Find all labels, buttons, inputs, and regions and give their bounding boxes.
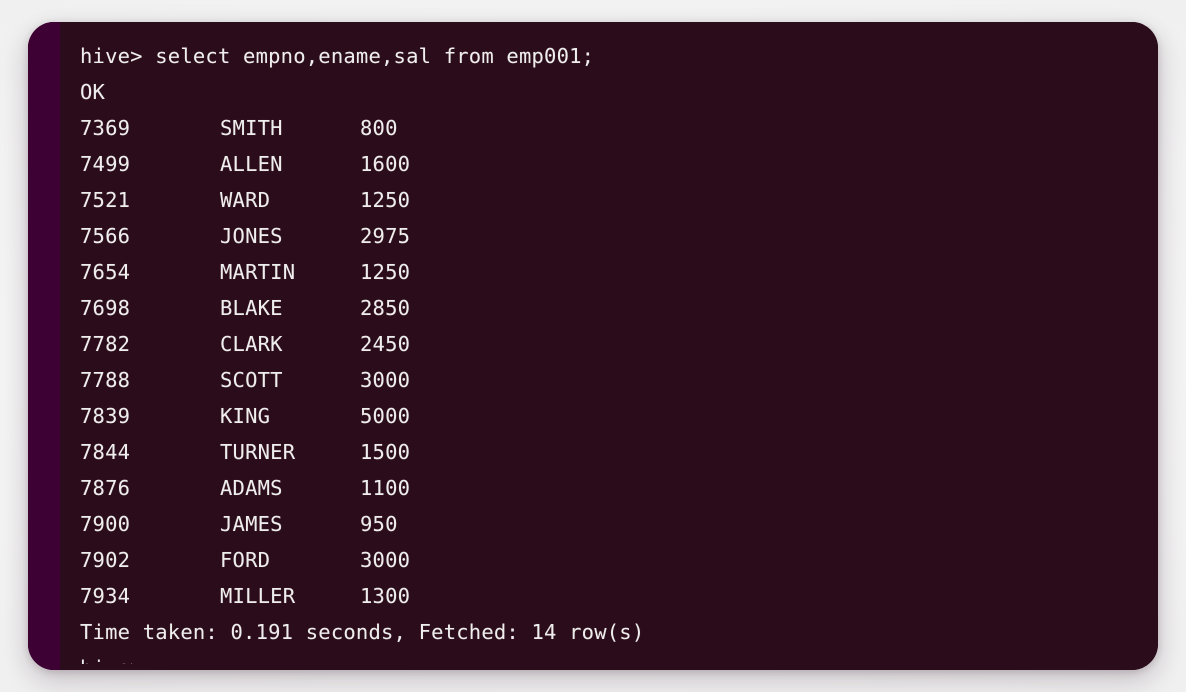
scrollbar-thumb[interactable] [28,22,60,670]
table-cell-empno: 7900 [80,512,131,536]
table-cell-ename: ALLEN [220,152,283,176]
table-cell-sal: 1300 [360,584,411,608]
table-cell-empno: 7788 [80,368,131,392]
terminal-output-area[interactable]: hive> select empno,ename,sal from emp001… [60,22,1158,670]
table-row: 7900 JAMES 950 [80,506,1158,542]
terminal-scrollbar[interactable] [28,22,60,670]
table-cell-sal: 1250 [360,188,411,212]
query-result-table: 7369 SMITH 800 7499 ALLEN 1600 7521 WARD 1250 756… [80,110,1158,614]
table-row: 7876 ADAMS 1100 [80,470,1158,506]
table-cell-sal: 1100 [360,476,411,500]
table-row: 7521 WARD 1250 [80,182,1158,218]
table-cell-ename: SCOTT [220,368,283,392]
table-cell-ename: BLAKE [220,296,283,320]
table-cell-sal: 2975 [360,224,411,248]
table-cell-ename: CLARK [220,332,283,356]
table-row: 7369 SMITH 800 [80,110,1158,146]
table-row: 7499 ALLEN 1600 [80,146,1158,182]
table-row: 7566 JONES 2975 [80,218,1158,254]
table-row: 7902 FORD 3000 [80,542,1158,578]
table-cell-ename: ADAMS [220,476,283,500]
table-cell-sal: 3000 [360,368,411,392]
table-cell-sal: 1250 [360,260,411,284]
table-cell-empno: 7521 [80,188,131,212]
table-cell-sal: 1600 [360,152,411,176]
table-row: 7782 CLARK 2450 [80,326,1158,362]
table-cell-ename: KING [220,404,271,428]
table-cell-empno: 7934 [80,584,131,608]
table-cell-ename: WARD [220,188,271,212]
table-cell-sal: 5000 [360,404,411,428]
table-cell-empno: 7782 [80,332,131,356]
table-cell-empno: 7566 [80,224,131,248]
table-cell-ename: JONES [220,224,283,248]
table-cell-sal: 1500 [360,440,411,464]
table-cell-ename: TURNER [220,440,296,464]
table-row: 7839 KING 5000 [80,398,1158,434]
table-cell-ename: FORD [220,548,271,572]
command-prompt-line: hive> select empno,ename,sal from emp001… [80,44,595,68]
table-cell-sal: 2450 [360,332,411,356]
table-cell-empno: 7369 [80,116,131,140]
terminal-window[interactable]: hive> select empno,ename,sal from emp001… [28,22,1158,670]
table-cell-ename: JAMES [220,512,283,536]
table-cell-empno: 7499 [80,152,131,176]
table-cell-sal: 2850 [360,296,411,320]
table-cell-empno: 7698 [80,296,131,320]
table-cell-sal: 800 [360,116,398,140]
table-row: 7654 MARTIN 1250 [80,254,1158,290]
next-prompt-line-clipped: hive> [80,650,1158,664]
table-cell-empno: 7876 [80,476,131,500]
time-taken-line: Time taken: 0.191 seconds, Fetched: 14 r… [80,620,645,644]
table-row: 7698 BLAKE 2850 [80,290,1158,326]
table-cell-ename: MILLER [220,584,296,608]
status-ok-line: OK [80,80,106,104]
table-cell-empno: 7654 [80,260,131,284]
table-cell-empno: 7839 [80,404,131,428]
table-cell-ename: SMITH [220,116,283,140]
table-cell-empno: 7844 [80,440,131,464]
table-cell-ename: MARTIN [220,260,296,284]
table-cell-empno: 7902 [80,548,131,572]
table-cell-sal: 3000 [360,548,411,572]
table-cell-sal: 950 [360,512,398,536]
table-row: 7788 SCOTT 3000 [80,362,1158,398]
table-row: 7934 MILLER 1300 [80,578,1158,614]
table-row: 7844 TURNER 1500 [80,434,1158,470]
